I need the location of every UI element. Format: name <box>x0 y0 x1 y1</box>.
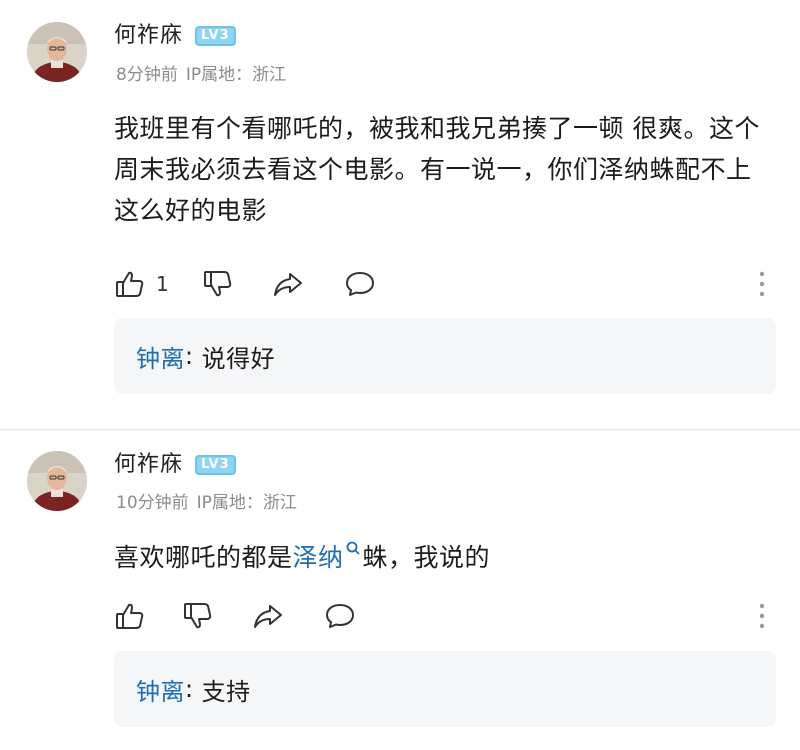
username[interactable]: 何祚庥 <box>114 20 183 52</box>
ip-location: IP属地：浙江 <box>186 63 286 87</box>
reply-text: 支持 <box>201 677 251 706</box>
comment-actions: 1 <box>114 266 774 302</box>
reply-preview[interactable]: 钟离 : 支持 <box>114 651 776 727</box>
share-button[interactable] <box>252 598 284 634</box>
comment-time: 10分钟前 <box>116 493 189 513</box>
like-icon <box>116 271 144 297</box>
content-text: 蛛，我说的 <box>362 543 491 572</box>
comment-content: 我班里有个看哪吒的，被我和我兄弟揍了一顿 很爽。这个周末我必须去看这个电影。有一… <box>114 114 760 225</box>
reply-button[interactable] <box>324 598 356 634</box>
content-text: 喜欢哪吒的都是 <box>114 543 293 572</box>
comment-icon <box>326 604 354 628</box>
level-badge: LV3 <box>195 26 236 46</box>
author-row: 何祚庥 LV3 <box>114 449 236 481</box>
comment-meta: 10分钟前 IP属地：浙江 <box>116 491 297 515</box>
share-icon <box>274 273 302 296</box>
more-vertical-icon <box>759 271 765 297</box>
reply-text: 说得好 <box>201 344 276 373</box>
author-row: 何祚庥 LV3 <box>114 20 236 52</box>
search-highlight-link[interactable]: 泽纳 <box>293 543 344 572</box>
like-button[interactable]: 1 <box>114 266 169 302</box>
reply-preview[interactable]: 钟离 : 说得好 <box>114 318 776 394</box>
reply-author[interactable]: 钟离 <box>136 339 185 374</box>
reply-author[interactable]: 钟离 <box>136 672 185 707</box>
like-count: 1 <box>156 272 169 296</box>
comment-time: 8分钟前 <box>116 65 178 85</box>
ip-label: IP属地： <box>185 65 253 85</box>
dislike-icon <box>204 271 232 297</box>
dislike-icon <box>184 603 212 629</box>
ip-location: IP属地：浙江 <box>197 491 297 515</box>
more-options-button[interactable] <box>756 268 768 300</box>
comment-meta: 8分钟前 IP属地：浙江 <box>116 63 286 87</box>
like-icon <box>116 603 144 629</box>
search-icon[interactable] <box>345 540 361 560</box>
reply-button[interactable] <box>344 266 376 302</box>
like-button[interactable] <box>114 598 156 634</box>
share-icon <box>254 605 282 628</box>
comment-icon <box>346 272 374 296</box>
ip-value: 浙江 <box>252 65 287 85</box>
comment-item: 何祚庥 LV3 8分钟前 IP属地：浙江 我班里有个看哪吒的，被我和我兄弟揍了一… <box>0 0 800 428</box>
ip-label: IP属地： <box>196 493 263 513</box>
comment-content: 喜欢哪吒的都是泽纳 蛛，我说的 <box>114 537 774 578</box>
dislike-button[interactable] <box>202 266 234 302</box>
level-badge: LV3 <box>195 455 236 475</box>
comment-feed: 何祚庥 LV3 8分钟前 IP属地：浙江 我班里有个看哪吒的，被我和我兄弟揍了一… <box>0 0 800 750</box>
more-vertical-icon <box>759 603 765 629</box>
ip-value: 浙江 <box>262 493 297 513</box>
dislike-button[interactable] <box>182 598 214 634</box>
comment-item: 何祚庥 LV3 10分钟前 IP属地：浙江 喜欢哪吒的都是泽纳 蛛，我说的 钟离… <box>0 431 800 750</box>
more-options-button[interactable] <box>756 600 768 632</box>
avatar[interactable] <box>27 451 87 511</box>
share-button[interactable] <box>272 266 304 302</box>
reply-separator: : <box>185 342 194 370</box>
reply-separator: : <box>185 675 194 703</box>
comment-actions <box>114 598 774 634</box>
username[interactable]: 何祚庥 <box>114 449 183 481</box>
avatar[interactable] <box>27 22 87 82</box>
